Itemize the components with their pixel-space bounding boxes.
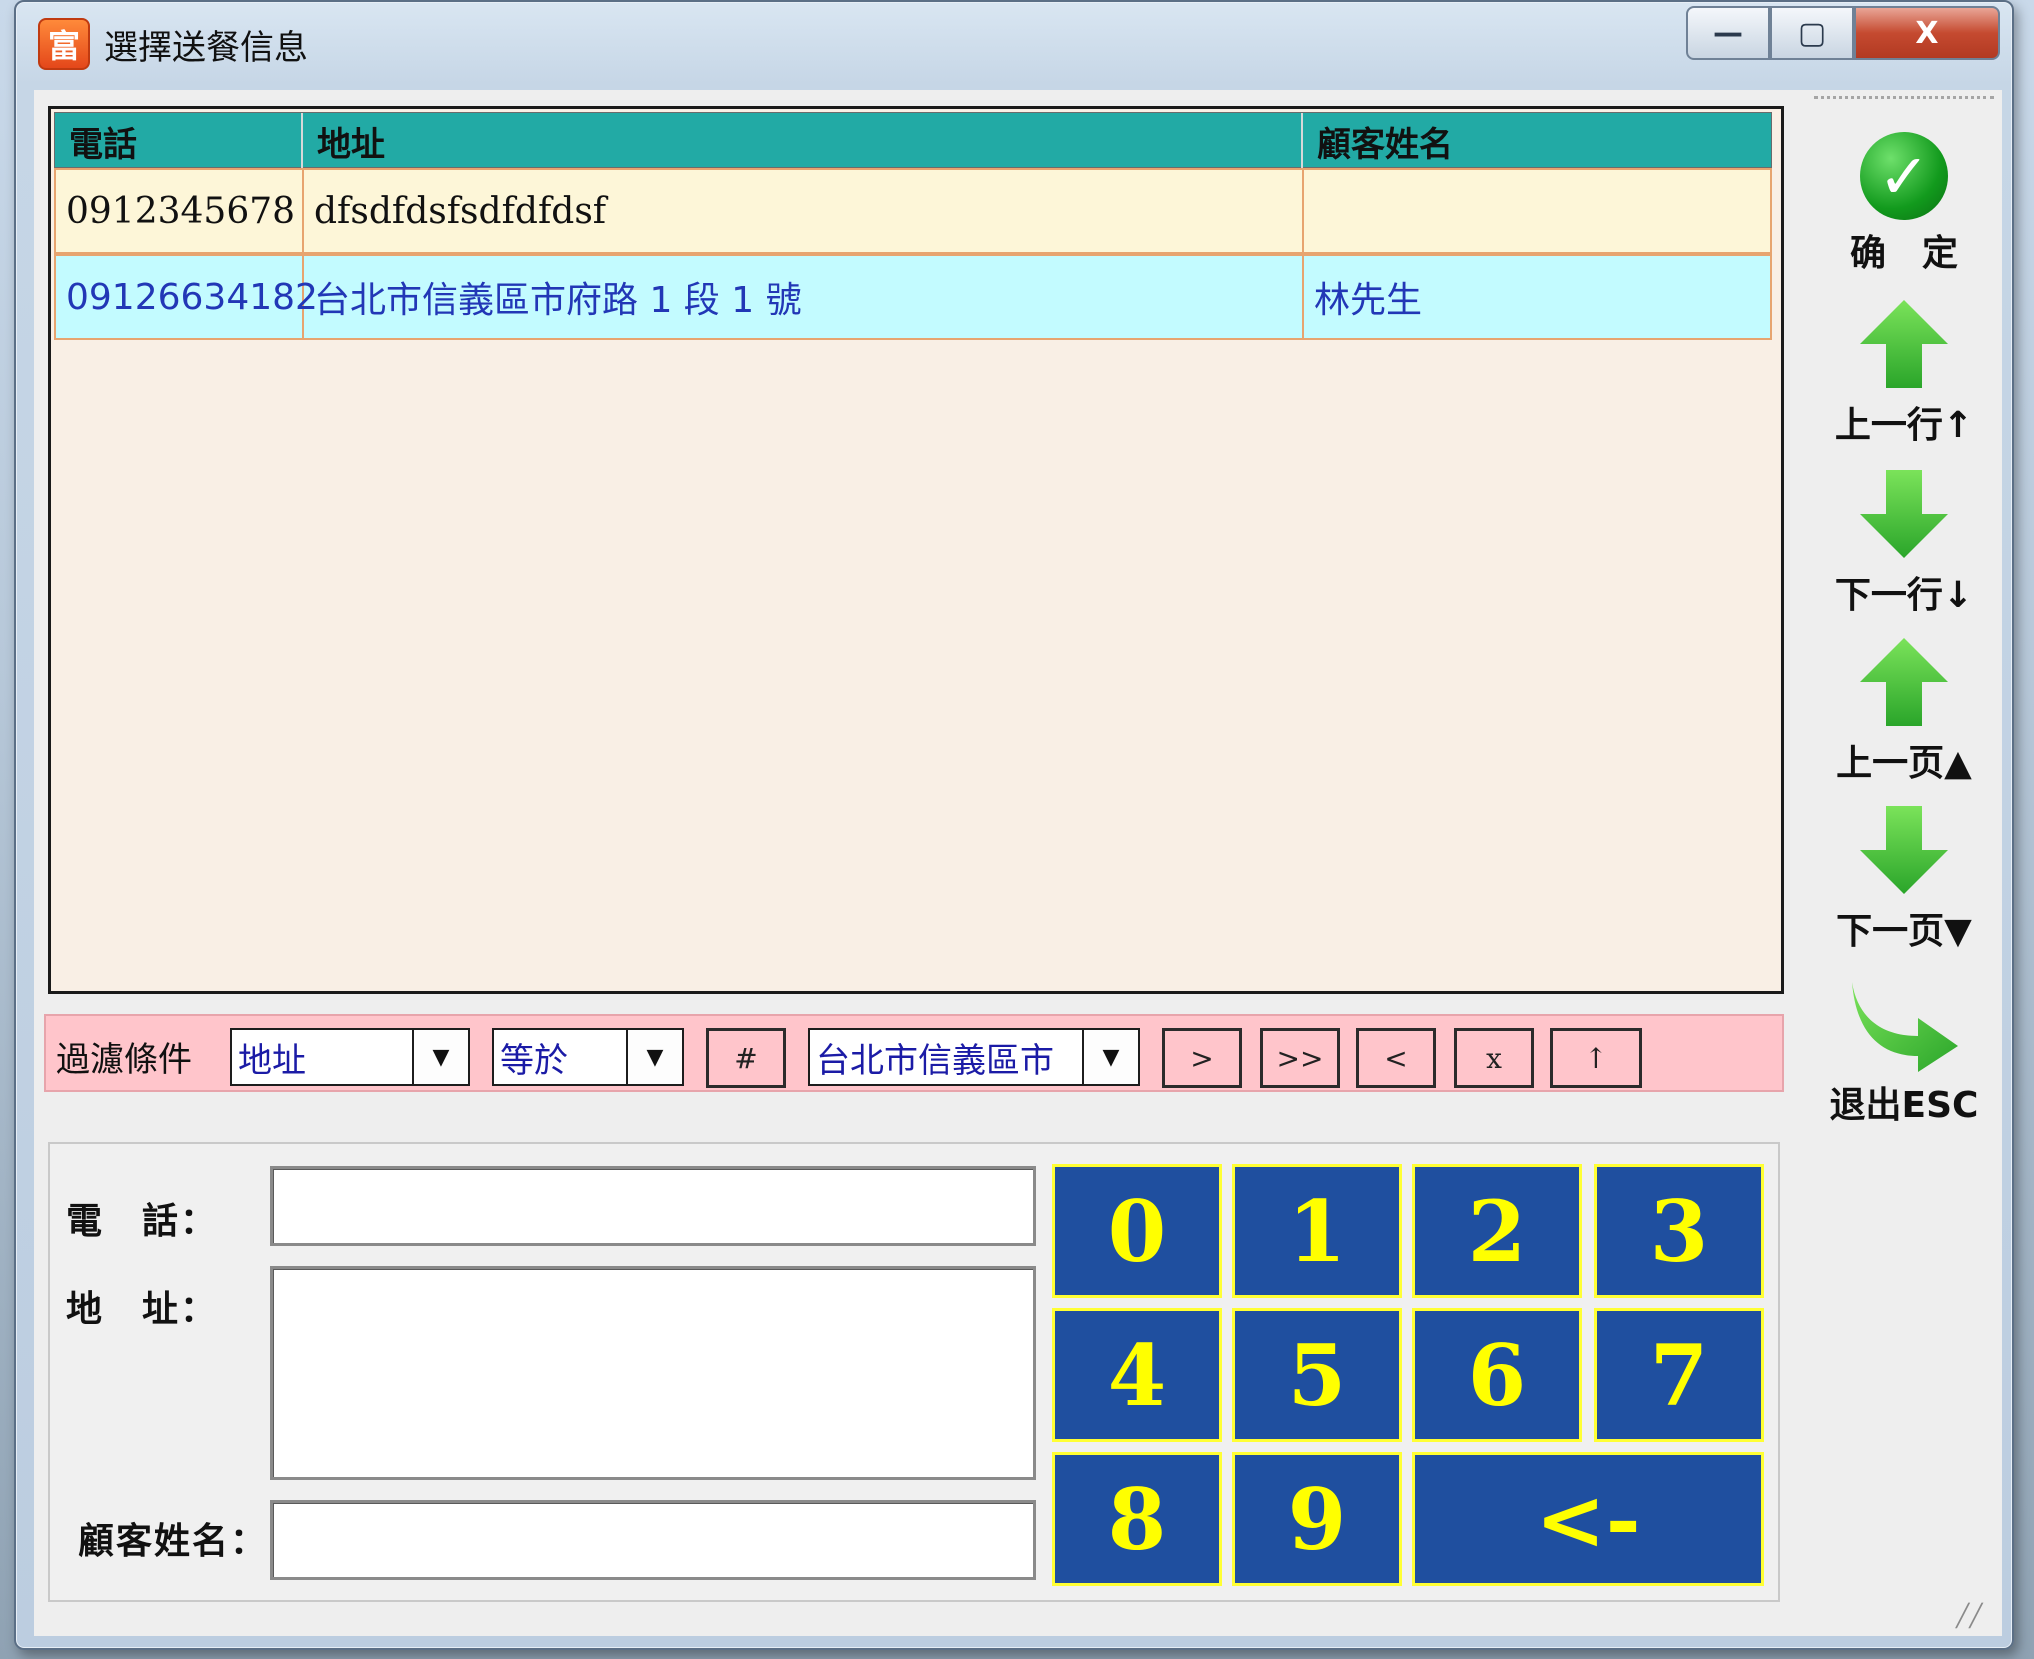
address-field[interactable] [270,1266,1036,1480]
numpad-key-6[interactable]: 6 [1412,1308,1582,1442]
filter-next-button[interactable]: > [1162,1028,1242,1088]
filter-operator-value: 等於 [500,1040,568,1081]
filter-field-select[interactable]: 地址 ▼ [230,1028,470,1086]
check-circle-icon: ✓ [1860,132,1948,220]
customer-name-label: 顧客姓名： [78,1521,269,1562]
cell-address: 台北市信義區市府路 1 段 1 號 [304,256,1304,338]
chevron-down-icon[interactable]: ▼ [626,1030,682,1084]
cell-phone: 09126634182 [56,256,318,338]
prev-row-button[interactable]: 上一行↑ [1814,296,1994,448]
numpad-key-9[interactable]: 9 [1232,1452,1402,1586]
next-page-label: 下一页▼ [1836,911,1972,952]
numpad-key-2[interactable]: 2 [1412,1164,1582,1298]
curved-arrow-right-icon [1852,982,1958,1072]
customer-name-field[interactable] [270,1500,1036,1580]
numpad-key-5[interactable]: 5 [1232,1308,1402,1442]
numpad-key-3[interactable]: 3 [1594,1164,1764,1298]
filter-prev-button[interactable]: < [1356,1028,1436,1088]
address-label: 地 址： [66,1289,219,1330]
confirm-button[interactable]: ✓ 确 定 [1814,132,1994,276]
numpad-backspace-key[interactable]: <- [1412,1452,1764,1586]
next-row-label: 下一行↓ [1834,575,1974,616]
prev-row-label: 上一行↑ [1834,405,1974,446]
numpad-key-7[interactable]: 7 [1594,1308,1764,1442]
confirm-label: 确 定 [1849,233,1958,274]
column-header-address[interactable]: 地址 [303,113,1303,169]
maximize-button[interactable]: ▢ [1770,6,1854,60]
cell-phone: 0912345678 [56,170,304,252]
filter-field-value: 地址 [238,1040,306,1081]
filter-label: 過濾條件 [56,1040,192,1080]
arrow-down-icon [1860,806,1948,894]
filter-clear-button[interactable]: x [1454,1028,1534,1088]
prev-page-label: 上一页▲ [1836,743,1972,784]
table-row-selected[interactable]: 09126634182 台北市信義區市府路 1 段 1 號 林先生 [54,254,1772,340]
arrow-up-icon [1860,300,1948,388]
cell-customer-name: 林先生 [1314,280,1423,321]
window-title: 選擇送餐信息 [104,28,308,68]
table-row[interactable]: 0912345678 dfsdfdsfsdfdfdsf [54,168,1772,254]
close-button[interactable]: X [1854,6,2000,60]
numpad-key-1[interactable]: 1 [1232,1164,1402,1298]
chevron-down-icon[interactable]: ▼ [1082,1030,1138,1084]
minimize-button[interactable]: — [1686,6,1770,60]
phone-field[interactable] [270,1166,1036,1246]
exit-button[interactable]: 退出ESC [1814,976,1994,1128]
hash-button[interactable]: # [706,1028,786,1088]
arrow-up-icon [1860,638,1948,726]
app-logo-icon: 富 [38,18,90,70]
numpad-key-0[interactable]: 0 [1052,1164,1222,1298]
chevron-down-icon[interactable]: ▼ [412,1030,468,1084]
filter-value-select[interactable]: 台北市信義區市 ▼ [808,1028,1140,1086]
filter-operator-select[interactable]: 等於 ▼ [492,1028,684,1086]
next-page-button[interactable]: 下一页▼ [1814,802,1994,954]
phone-label: 電 話： [66,1201,219,1242]
filter-value-text: 台北市信義區市 [816,1040,1054,1081]
filter-bar: 過濾條件 地址 ▼ 等於 ▼ # 台北市信義區市 ▼ > >> < x ↑ [44,1014,1784,1092]
next-row-button[interactable]: 下一行↓ [1814,466,1994,618]
filter-last-button[interactable]: >> [1260,1028,1340,1088]
filter-up-button[interactable]: ↑ [1550,1028,1642,1088]
grid-header: 電話 地址 顧客姓名 [54,112,1772,169]
prev-page-button[interactable]: 上一页▲ [1814,634,1994,786]
column-header-phone[interactable]: 電話 [55,113,303,169]
exit-label: 退出ESC [1829,1085,1979,1126]
resize-grip-icon[interactable]: ╱╱ [1956,1604,1996,1634]
numpad-key-8[interactable]: 8 [1052,1452,1222,1586]
cell-customer-name [1304,170,1770,252]
column-header-customer-name[interactable]: 顧客姓名 [1303,113,1771,169]
arrow-down-icon [1860,470,1948,558]
numpad-key-4[interactable]: 4 [1052,1308,1222,1442]
cell-address: dfsdfdsfsdfdfdsf [304,170,1304,252]
